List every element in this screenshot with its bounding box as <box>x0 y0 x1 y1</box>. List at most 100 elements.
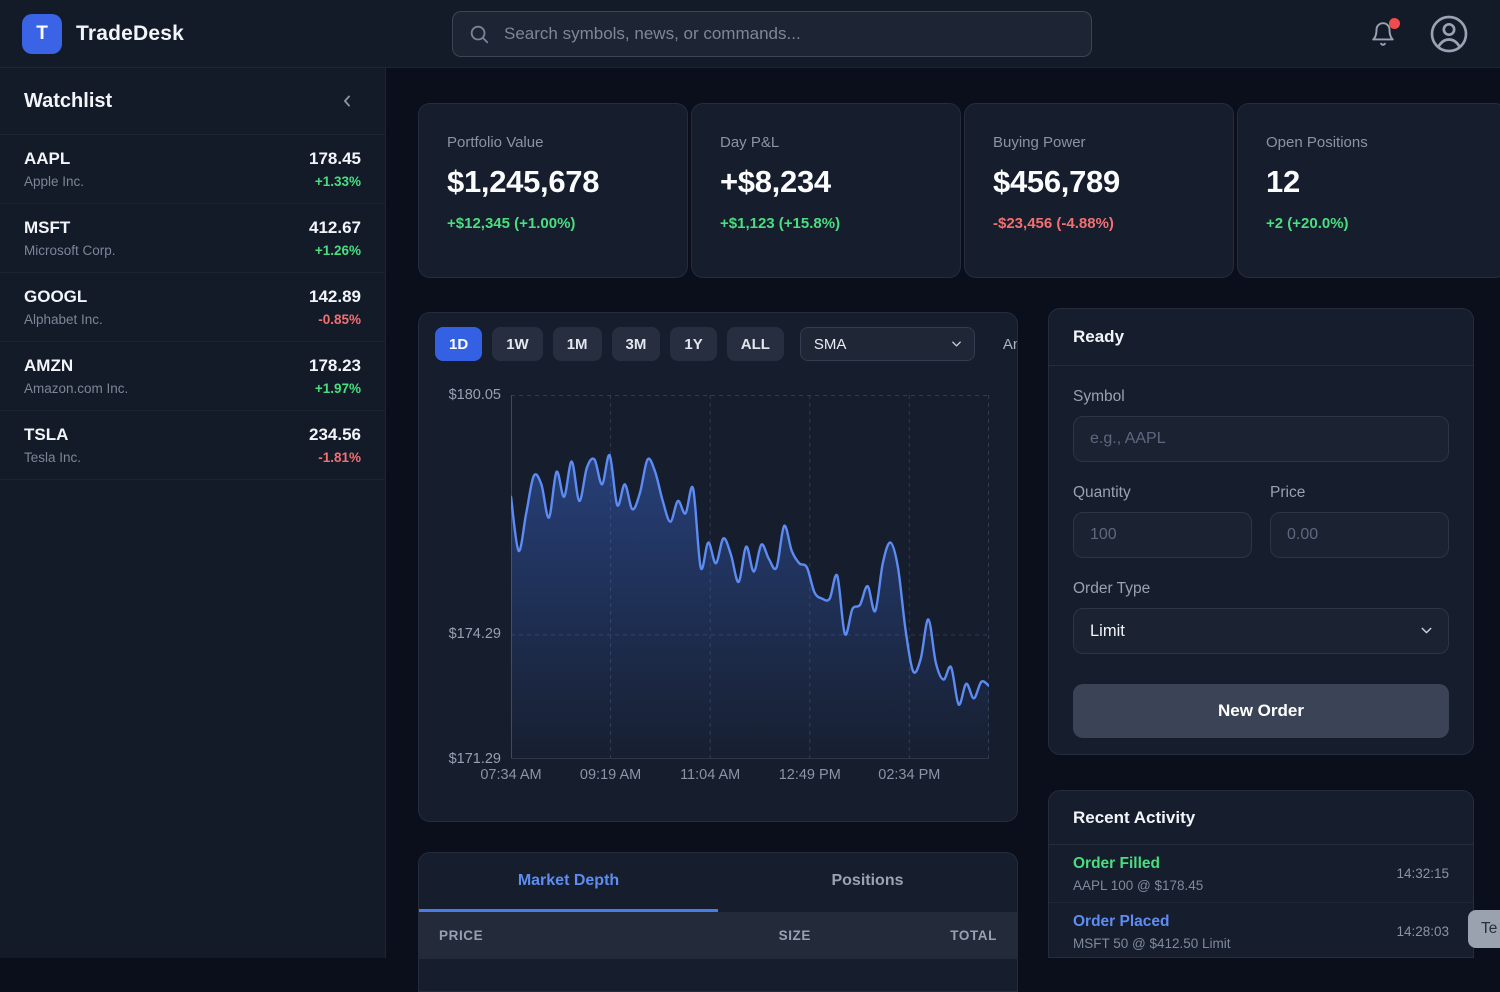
price: 412.67 <box>309 218 361 238</box>
timeframe-3m-button[interactable]: 3M <box>612 327 661 361</box>
column-price: PRICE <box>439 928 625 943</box>
notification-dot <box>1389 18 1400 29</box>
watchlist-title: Watchlist <box>24 90 112 113</box>
chart-plot-area <box>511 395 989 759</box>
tab-positions[interactable]: Positions <box>718 853 1017 912</box>
change-percent: -1.81% <box>309 450 361 465</box>
timeframe-1w-button[interactable]: 1W <box>492 327 543 361</box>
order-type-select[interactable]: Limit <box>1073 608 1449 654</box>
stat-card-day-pnl: Day P&L +$8,234 +$1,123 (+15.8%) <box>691 103 961 278</box>
x-tick-label: 02:34 PM <box>878 767 940 783</box>
order-ticket-header: Ready <box>1049 309 1473 366</box>
user-menu-button[interactable] <box>1429 14 1469 54</box>
chart-toolbar: 1D 1W 1M 3M 1Y ALL SMA Annotate <box>419 313 1017 371</box>
quantity-label: Quantity <box>1073 484 1252 502</box>
stat-label: Open Positions <box>1266 134 1478 151</box>
timeframe-1m-button[interactable]: 1M <box>553 327 602 361</box>
sidebar: Watchlist AAPL Apple Inc. 178.45 +1.33% … <box>0 68 386 958</box>
order-ticket-panel: Ready Symbol Quantity Price Order Type L… <box>1048 308 1474 755</box>
activity-time: 14:32:15 <box>1396 866 1449 881</box>
search-icon <box>468 23 490 45</box>
watchlist-row-msft[interactable]: MSFT Microsoft Corp. 412.67 +1.26% <box>0 204 385 273</box>
activity-detail: AAPL 100 @ $178.45 <box>1073 878 1203 893</box>
app-logo-letter: T <box>36 23 48 45</box>
symbol: TSLA <box>24 425 81 445</box>
symbol-input[interactable] <box>1073 416 1449 462</box>
symbol: MSFT <box>24 218 116 238</box>
stat-label: Portfolio Value <box>447 134 659 151</box>
topbar-actions <box>1370 0 1469 68</box>
x-tick-label: 12:49 PM <box>779 767 841 783</box>
app-name: TradeDesk <box>76 22 184 46</box>
recent-activity-panel: Recent Activity Order Filled AAPL 100 @ … <box>1048 790 1474 958</box>
change-percent: +1.97% <box>309 381 361 396</box>
stat-value: $456,789 <box>993 164 1205 200</box>
company-name: Microsoft Corp. <box>24 243 116 258</box>
brand: T TradeDesk <box>22 14 184 54</box>
timeframe-1y-button[interactable]: 1Y <box>670 327 716 361</box>
chevron-left-icon <box>337 91 357 111</box>
change-percent: -0.85% <box>309 312 361 327</box>
watchlist-row-amzn[interactable]: AMZN Amazon.com Inc. 178.23 +1.97% <box>0 342 385 411</box>
activity-item-order-placed: Order Placed MSFT 50 @ $412.50 Limit 14:… <box>1049 903 1473 958</box>
new-order-button[interactable]: New Order <box>1073 684 1449 738</box>
activity-status: Order Placed <box>1073 913 1231 931</box>
stat-change: +$1,123 (+15.8%) <box>720 215 932 232</box>
watchlist-row-tsla[interactable]: TSLA Tesla Inc. 234.56 -1.81% <box>0 411 385 480</box>
watchlist-row-aapl[interactable]: AAPL Apple Inc. 178.45 +1.33% <box>0 135 385 204</box>
market-depth-panel: Market Depth Positions PRICE SIZE TOTAL <box>418 852 1018 992</box>
toast-notification: Te <box>1468 910 1500 948</box>
stats-row: Portfolio Value $1,245,678 +$12,345 (+1.… <box>418 103 1500 278</box>
symbol-label: Symbol <box>1073 388 1449 406</box>
y-tick-label: $174.29 <box>449 626 501 642</box>
stat-label: Buying Power <box>993 134 1205 151</box>
depth-table-header: PRICE SIZE TOTAL <box>419 912 1017 959</box>
stat-label: Day P&L <box>720 134 932 151</box>
order-type-label: Order Type <box>1073 580 1449 598</box>
stat-change: +2 (+20.0%) <box>1266 215 1478 232</box>
column-total: TOTAL <box>811 928 997 943</box>
annotate-button[interactable]: Annotate <box>1003 336 1018 353</box>
watchlist-header: Watchlist <box>0 68 385 135</box>
top-bar: T TradeDesk <box>0 0 1500 68</box>
chart-panel: 1D 1W 1M 3M 1Y ALL SMA Annotate $180.05$… <box>418 312 1018 822</box>
symbol: AAPL <box>24 149 84 169</box>
stat-card-portfolio-value: Portfolio Value $1,245,678 +$12,345 (+1.… <box>418 103 688 278</box>
collapse-sidebar-button[interactable] <box>333 87 361 115</box>
notifications-button[interactable] <box>1370 21 1396 47</box>
company-name: Apple Inc. <box>24 174 84 189</box>
stat-card-buying-power: Buying Power $456,789 -$23,456 (-4.88%) <box>964 103 1234 278</box>
indicator-select[interactable]: SMA <box>800 327 975 361</box>
toast-text: Te <box>1481 920 1497 938</box>
order-type-field: Order Type Limit <box>1073 580 1449 654</box>
timeframe-all-button[interactable]: ALL <box>727 327 784 361</box>
price: 178.23 <box>309 356 361 376</box>
user-avatar-icon <box>1429 14 1469 54</box>
chart-x-axis: 07:34 AM09:19 AM11:04 AM12:49 PM02:34 PM <box>511 765 989 785</box>
price-input[interactable] <box>1270 512 1449 558</box>
app-logo-icon: T <box>22 14 62 54</box>
price-label: Price <box>1270 484 1449 502</box>
quantity-input[interactable] <box>1073 512 1252 558</box>
change-percent: +1.33% <box>309 174 361 189</box>
stat-value: +$8,234 <box>720 164 932 200</box>
tab-market-depth[interactable]: Market Depth <box>419 853 718 912</box>
price: 178.45 <box>309 149 361 169</box>
stat-value: $1,245,678 <box>447 164 659 200</box>
timeframe-1d-button[interactable]: 1D <box>435 327 482 361</box>
watchlist-row-googl[interactable]: GOOGL Alphabet Inc. 142.89 -0.85% <box>0 273 385 342</box>
search-bar <box>452 11 1092 57</box>
order-status: Ready <box>1073 327 1124 347</box>
chart-y-axis: $180.05$174.29$171.29 <box>419 395 503 759</box>
search-input[interactable] <box>490 12 1091 56</box>
company-name: Amazon.com Inc. <box>24 381 128 396</box>
stat-change: -$23,456 (-4.88%) <box>993 215 1205 232</box>
company-name: Alphabet Inc. <box>24 312 103 327</box>
symbol: GOOGL <box>24 287 103 307</box>
x-tick-label: 11:04 AM <box>680 767 740 783</box>
price: 142.89 <box>309 287 361 307</box>
column-size: SIZE <box>625 928 811 943</box>
indicator-select-wrap: SMA <box>800 327 975 361</box>
symbol: AMZN <box>24 356 128 376</box>
quantity-price-row: Quantity Price <box>1073 484 1449 558</box>
